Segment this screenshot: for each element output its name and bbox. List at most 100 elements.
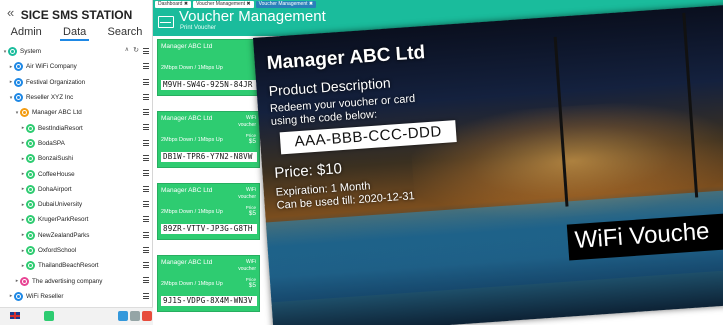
voucher-company: Manager ABC Ltd: [161, 115, 213, 122]
preview-redeem-text: Redeem your voucher or card using the co…: [270, 93, 417, 128]
tree-item-label: BodaSPA: [38, 139, 65, 147]
wifi-line: voucher: [238, 265, 256, 272]
voucher-code: 89ZR-VTTV-JP3G-G8TH: [161, 224, 257, 234]
tab-admin[interactable]: Admin: [8, 26, 45, 41]
sidebar-footer: [0, 307, 153, 325]
settings-icon[interactable]: [130, 311, 140, 321]
menu-icon[interactable]: [143, 93, 149, 100]
voucher-wifi-label: WiFi voucher: [238, 259, 256, 272]
node-icon: [26, 261, 35, 271]
tree-item[interactable]: ▸ ThailandBeachResort: [0, 258, 153, 273]
close-icon[interactable]: ✖: [184, 1, 188, 7]
node-icon: [20, 108, 29, 118]
tree-item[interactable]: ▸ BonzaiSushi: [0, 151, 153, 166]
menu-icon[interactable]: [143, 124, 149, 131]
node-icon: [20, 276, 29, 286]
collapse-all-icon[interactable]: ∧: [125, 46, 129, 53]
sidebar-tabs: Admin Data Search: [0, 26, 153, 41]
status-green-button[interactable]: [44, 311, 54, 321]
breadcrumb-dashboard[interactable]: Dashboard ✖: [155, 1, 192, 8]
voucher-company: Manager ABC Ltd: [161, 43, 213, 50]
voucher-card[interactable]: Manager ABC Ltd WiFi voucher 2Mbps Down / 1…: [157, 111, 260, 168]
tree-item[interactable]: ▾ Manager ABC Ltd: [0, 105, 153, 120]
wifi-line: voucher: [238, 193, 256, 200]
menu-icon[interactable]: [143, 185, 149, 192]
tree-item[interactable]: ▾ Reseller XYZ Inc: [0, 90, 153, 105]
node-icon: [14, 62, 23, 72]
node-icon: [26, 123, 35, 133]
tree-item[interactable]: ▸ WiFi Reseller: [0, 289, 153, 304]
menu-icon[interactable]: [143, 277, 149, 284]
tree-item[interactable]: ▾ System ∧ ↻: [0, 44, 153, 59]
node-icon: [26, 215, 35, 225]
voucher-wifi-label: WiFi voucher: [238, 115, 256, 128]
tree-item[interactable]: ▸ CoffeeHouse: [0, 166, 153, 181]
tree-item-label: Manager ABC Ltd: [32, 109, 82, 117]
preview-company: Manager ABC Ltd: [266, 42, 426, 75]
node-icon: [14, 77, 23, 87]
power-icon[interactable]: [142, 311, 152, 321]
breadcrumb-label: Voucher Management: [258, 1, 308, 7]
menu-icon[interactable]: [143, 246, 149, 253]
tree-item[interactable]: ▸ Festival Organization: [0, 75, 153, 90]
tree-item[interactable]: ▸ The advertising company: [0, 273, 153, 288]
voucher-company: Manager ABC Ltd: [161, 259, 213, 266]
menu-icon[interactable]: [143, 109, 149, 116]
voucher-icon: [158, 16, 174, 28]
voucher-price: Price $5: [246, 133, 256, 146]
tree-item[interactable]: ▸ Air WiFi Company: [0, 59, 153, 74]
menu-icon[interactable]: [143, 292, 149, 299]
node-icon: [8, 47, 17, 57]
tree-item-label: BonzaiSushi: [38, 155, 74, 163]
voucher-preview: Manager ABC Ltd Product Description Rede…: [253, 3, 723, 325]
menu-icon[interactable]: [143, 170, 149, 177]
breadcrumb-voucher-management-active[interactable]: Voucher Management ✖: [255, 1, 317, 8]
voucher-speed: 2Mbps Down / 1Mbps Up: [161, 137, 223, 143]
voucher-card[interactable]: Manager ABC Ltd WiFi voucher 2Mbps Down / 1…: [157, 255, 260, 312]
menu-icon[interactable]: [143, 78, 149, 85]
tree-item-label: WiFi Reseller: [26, 292, 64, 300]
menu-icon[interactable]: [143, 262, 149, 269]
tree-item[interactable]: ▸ OxfordSchool: [0, 243, 153, 258]
tree-item[interactable]: ▸ DubaiUniversity: [0, 197, 153, 212]
voucher-card[interactable]: Manager ABC Ltd WiFi voucher 2Mbps Down / 1…: [157, 183, 260, 240]
menu-icon[interactable]: [143, 231, 149, 238]
tree-item-label: The advertising company: [32, 277, 103, 285]
voucher-speed: 2Mbps Down / 1Mbps Up: [161, 209, 223, 215]
tree-item-label: DohaAirport: [38, 185, 72, 193]
close-icon[interactable]: ✖: [309, 1, 313, 7]
close-icon[interactable]: ✖: [246, 1, 250, 7]
tree-item-label: Festival Organization: [26, 78, 86, 86]
refresh-icon[interactable]: ↻: [133, 46, 139, 54]
voucher-price: Price $5: [246, 205, 256, 218]
tree-item[interactable]: ▸ BodaSPA: [0, 136, 153, 151]
breadcrumb-label: Voucher Management: [196, 1, 245, 7]
tree-item-label: KrugerParkResort: [38, 216, 89, 224]
tree-item-label: OxfordSchool: [38, 247, 77, 254]
tab-data[interactable]: Data: [60, 26, 90, 41]
brand-title: SICE SMS STATION: [20, 8, 133, 22]
menu-icon[interactable]: [143, 200, 149, 207]
breadcrumb-label: Dashboard: [158, 1, 183, 7]
tree-item[interactable]: ▸ BestIndiaResort: [0, 120, 153, 135]
voucher-wifi-label: WiFi voucher: [238, 187, 256, 200]
info-icon[interactable]: [118, 311, 128, 321]
breadcrumb-voucher-management[interactable]: Voucher Management ✖: [193, 1, 254, 8]
uk-flag-icon[interactable]: [10, 312, 20, 319]
tree-item[interactable]: ▸ KrugerParkResort: [0, 212, 153, 227]
menu-icon[interactable]: [143, 48, 149, 54]
menu-icon[interactable]: [143, 63, 149, 70]
voucher-card[interactable]: Manager ABC Ltd 2Mbps Down / 1Mbps Up M9VH…: [157, 39, 260, 96]
menu-icon[interactable]: [143, 139, 149, 146]
node-icon: [14, 93, 23, 103]
node-icon: [26, 230, 35, 240]
menu-icon[interactable]: [143, 216, 149, 223]
node-icon: [26, 138, 35, 148]
price-value: $5: [248, 210, 256, 218]
tree-item[interactable]: ▸ DohaAirport: [0, 182, 153, 197]
menu-icon[interactable]: [143, 155, 149, 162]
tree-item-label: CoffeeHouse: [38, 170, 75, 178]
tab-search[interactable]: Search: [105, 26, 146, 41]
tree-item[interactable]: ▸ NewZealandParks: [0, 228, 153, 243]
voucher-company: Manager ABC Ltd: [161, 187, 213, 194]
